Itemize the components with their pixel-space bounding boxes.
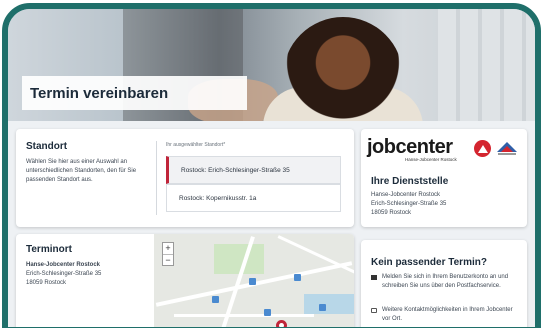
terminort-city: 18059 Rostock <box>26 280 67 286</box>
kein-termin-item[interactable]: Weitere Kontaktmöglichkeiten in Ihrem Jo… <box>371 306 521 324</box>
divider <box>156 141 157 215</box>
map-poi-icon[interactable] <box>294 274 301 281</box>
kein-termin-card: Kein passender Termin? Melden Sie sich i… <box>361 240 527 327</box>
standort-option-selected[interactable]: Rostock: Erich-Schlesinger-Straße 35 <box>166 156 341 184</box>
page-title: Termin vereinbaren <box>30 84 169 102</box>
standort-description: Wählen Sie hier aus einer Auswahl an unt… <box>26 159 137 183</box>
map-poi-icon[interactable] <box>249 278 256 285</box>
map-zoom-in-button[interactable]: + <box>163 243 173 254</box>
kein-termin-item[interactable]: Melden Sie sich in Ihrem Benutzerkonto a… <box>371 273 521 291</box>
dienststelle-heading: Ihre Dienststelle <box>371 176 449 187</box>
standort-option-label: Rostock: Erich-Schlesinger-Straße 35 <box>181 166 290 174</box>
kein-termin-heading: Kein passender Termin? <box>371 257 487 268</box>
jobcenter-logo-subtitle: Hanse-Jobcenter Rostock <box>405 157 457 162</box>
standort-card: Standort Wählen Sie hier aus einer Auswa… <box>16 129 354 227</box>
page-title-box: Termin vereinbaren <box>22 76 247 110</box>
hero-image-window <box>438 9 535 121</box>
map-poi-icon[interactable] <box>319 304 326 311</box>
standort-option-label: Rostock: Kopernikusstr. 1a <box>179 194 257 202</box>
map-zoom-out-button[interactable]: − <box>163 254 173 265</box>
agency-logo-icon <box>497 142 517 155</box>
dienststelle-card: jobcenter Hanse-Jobcenter Rostock Ihre D… <box>361 129 527 227</box>
dienststelle-address: Hanse-Jobcenter Rostock Erich-Schlesinge… <box>371 191 446 218</box>
map-poi-icon[interactable] <box>264 309 271 316</box>
terminort-name: Hanse-Jobcenter Rostock <box>26 262 101 268</box>
jobcenter-mark-icon <box>474 140 491 157</box>
map-water <box>304 294 354 314</box>
hero-image-person <box>283 17 403 121</box>
app-frame: Termin vereinbaren Standort Wählen Sie h… <box>2 3 541 328</box>
location-map[interactable]: + − <box>154 234 354 327</box>
standort-heading: Standort <box>26 141 68 152</box>
address-line: Erich-Schlesinger-Straße 35 <box>371 201 447 207</box>
mail-icon <box>371 275 377 280</box>
kein-termin-text: Weitere Kontaktmöglichkeiten in Ihrem Jo… <box>382 307 513 322</box>
kein-termin-text: Melden Sie sich in Ihrem Benutzerkonto a… <box>382 274 509 289</box>
map-zoom-controls: + − <box>162 242 174 266</box>
terminort-card: Terminort Hanse-Jobcenter Rostock Erich-… <box>16 234 354 327</box>
address-line: 18059 Rostock <box>371 210 412 216</box>
standort-option[interactable]: Rostock: Kopernikusstr. 1a <box>166 184 341 212</box>
map-road <box>174 314 314 317</box>
map-location-pin-icon[interactable] <box>273 317 290 327</box>
terminort-street: Erich-Schlesinger-Straße 35 <box>26 271 102 277</box>
map-poi-icon[interactable] <box>212 296 219 303</box>
external-link-icon <box>371 308 377 313</box>
address-line: Hanse-Jobcenter Rostock <box>371 192 441 198</box>
standort-list-label: Ihr ausgewählter Standort* <box>166 142 226 148</box>
hero-banner: Termin vereinbaren <box>8 9 535 121</box>
terminort-info: Terminort Hanse-Jobcenter Rostock Erich-… <box>26 244 146 288</box>
jobcenter-logo: jobcenter <box>367 136 453 158</box>
terminort-heading: Terminort <box>26 244 72 255</box>
standort-intro: Standort Wählen Sie hier aus einer Auswa… <box>26 141 146 185</box>
